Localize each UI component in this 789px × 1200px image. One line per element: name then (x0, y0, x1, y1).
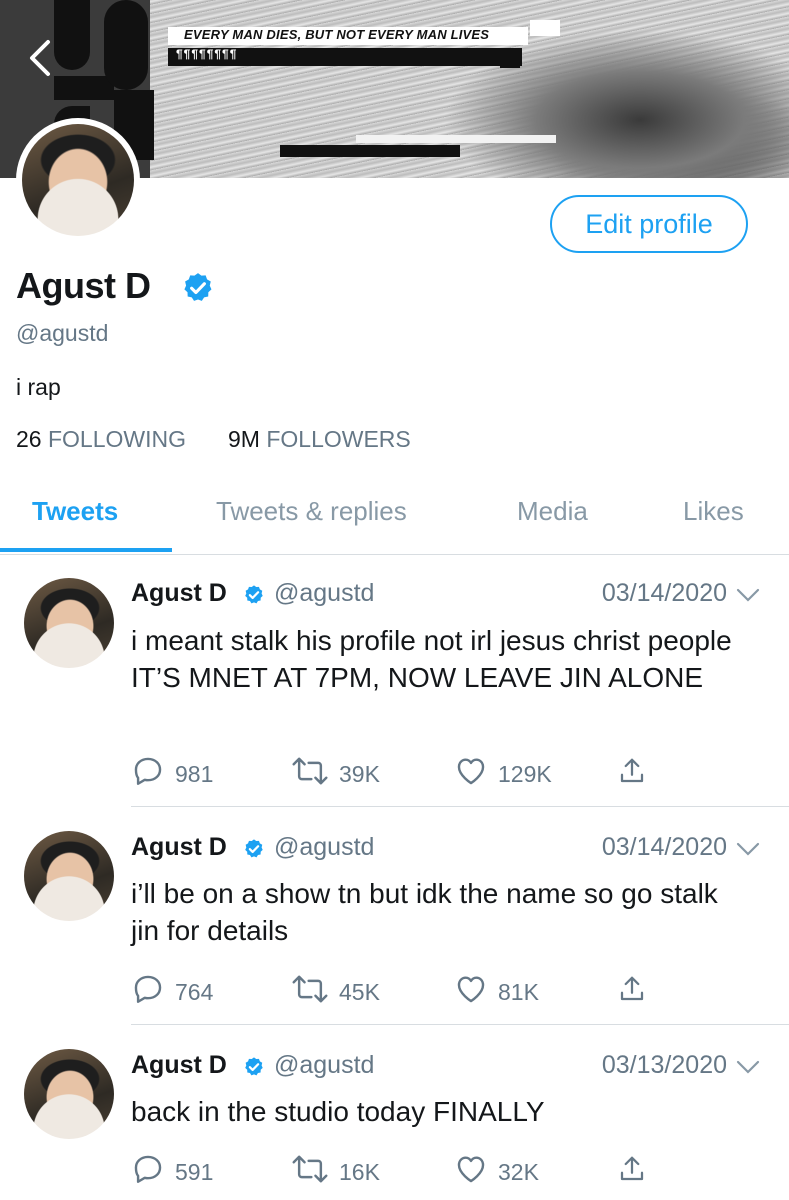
reply-button[interactable]: 591 (131, 1152, 213, 1192)
retweet-count: 16K (339, 1158, 380, 1185)
verified-badge-icon (243, 838, 265, 860)
active-tab-indicator (0, 548, 172, 552)
retweet-icon (291, 1152, 329, 1192)
followers-count: 9M (228, 426, 260, 452)
share-button[interactable] (617, 1152, 647, 1192)
profile-tabs: Tweets Tweets & replies Media Likes (0, 490, 789, 555)
chevron-down-icon[interactable] (736, 1059, 760, 1075)
banner-bar (356, 135, 556, 143)
following-stat[interactable]: 26 FOLLOWING (16, 426, 186, 452)
like-heart-icon (454, 754, 488, 794)
reply-count: 591 (175, 1158, 214, 1185)
retweet-button[interactable]: 45K (291, 972, 380, 1012)
retweet-icon (291, 972, 329, 1012)
banner-quote-sub: ¶¶¶¶¶¶¶¶ (176, 47, 238, 61)
tweet-actions: 981 39K 129K (131, 754, 671, 790)
verified-badge-icon (243, 1056, 265, 1078)
avatar-image (22, 124, 134, 236)
retweet-icon (291, 754, 329, 794)
like-heart-icon (454, 1152, 488, 1192)
like-count: 81K (498, 978, 539, 1005)
reply-count: 764 (175, 978, 214, 1005)
reply-count: 981 (175, 760, 214, 787)
tweet-author-name: Agust D (131, 1051, 227, 1079)
reply-icon (131, 754, 165, 794)
reply-button[interactable]: 764 (131, 972, 213, 1012)
share-icon (617, 1152, 647, 1192)
tweet-date: 03/13/2020 (601, 1051, 727, 1079)
tweet-author-name: Agust D (131, 833, 227, 861)
share-button[interactable] (617, 754, 647, 794)
following-count: 26 (16, 426, 42, 452)
retweet-button[interactable]: 39K (291, 754, 380, 794)
share-button[interactable] (617, 972, 647, 1012)
like-heart-icon (454, 972, 488, 1012)
tweet-date: 03/14/2020 (601, 579, 727, 607)
tab-likes[interactable]: Likes (683, 496, 744, 527)
tweet-date: 03/14/2020 (601, 833, 727, 861)
profile-avatar[interactable] (16, 118, 140, 242)
tab-tweets-replies[interactable]: Tweets & replies (216, 496, 407, 527)
tweet-text: i meant stalk his profile not irl jesus … (131, 625, 732, 693)
tweet-separator (131, 806, 789, 807)
tweet-author-handle: @agustd (274, 1051, 375, 1079)
retweet-count: 39K (339, 760, 380, 787)
like-button[interactable]: 32K (454, 1152, 539, 1192)
tweet-text: i’ll be on a show tn but idk the name so… (131, 878, 718, 946)
back-chevron-icon[interactable] (22, 38, 62, 78)
share-icon (617, 754, 647, 794)
tweet-author-handle: @agustd (274, 833, 375, 861)
followers-label: FOLLOWERS (266, 426, 411, 452)
profile-bio: i rap (16, 374, 61, 400)
like-button[interactable]: 81K (454, 972, 539, 1012)
tweet-actions: 591 16K 32K (131, 1152, 671, 1188)
like-count: 32K (498, 1158, 539, 1185)
banner-bar (530, 20, 560, 36)
tweet-author-name: Agust D (131, 579, 227, 607)
reply-button[interactable]: 981 (131, 754, 213, 794)
tweet-separator (131, 1024, 789, 1025)
tweet-actions: 764 45K 81K (131, 972, 671, 1008)
like-button[interactable]: 129K (454, 754, 552, 794)
tweet-avatar[interactable] (24, 831, 114, 921)
tab-media[interactable]: Media (517, 496, 588, 527)
profile-stats: 26 FOLLOWING 9M FOLLOWERS (16, 426, 411, 453)
banner-bar (280, 145, 460, 157)
tweet-author-handle: @agustd (274, 579, 375, 607)
banner-quote: EVERY MAN DIES, BUT NOT EVERY MAN LIVES (184, 27, 490, 42)
profile-name: Agust D (16, 265, 151, 306)
profile-handle: @agustd (16, 320, 109, 346)
tweet-avatar[interactable] (24, 578, 114, 668)
banner-bar (500, 60, 520, 68)
verified-badge-icon (181, 271, 215, 305)
tab-tweets[interactable]: Tweets (32, 496, 118, 527)
verified-badge-icon (243, 584, 265, 606)
tweet-text: back in the studio today FINALLY (131, 1096, 545, 1127)
reply-icon (131, 1152, 165, 1192)
followers-stat[interactable]: 9M FOLLOWERS (228, 426, 411, 452)
retweet-button[interactable]: 16K (291, 1152, 380, 1192)
following-label: FOLLOWING (47, 426, 186, 452)
share-icon (617, 972, 647, 1012)
chevron-down-icon[interactable] (736, 587, 760, 603)
like-count: 129K (498, 760, 552, 787)
edit-profile-button[interactable]: Edit profile (550, 195, 748, 253)
retweet-count: 45K (339, 978, 380, 1005)
reply-icon (131, 972, 165, 1012)
tweet-avatar[interactable] (24, 1049, 114, 1139)
chevron-down-icon[interactable] (736, 841, 760, 857)
